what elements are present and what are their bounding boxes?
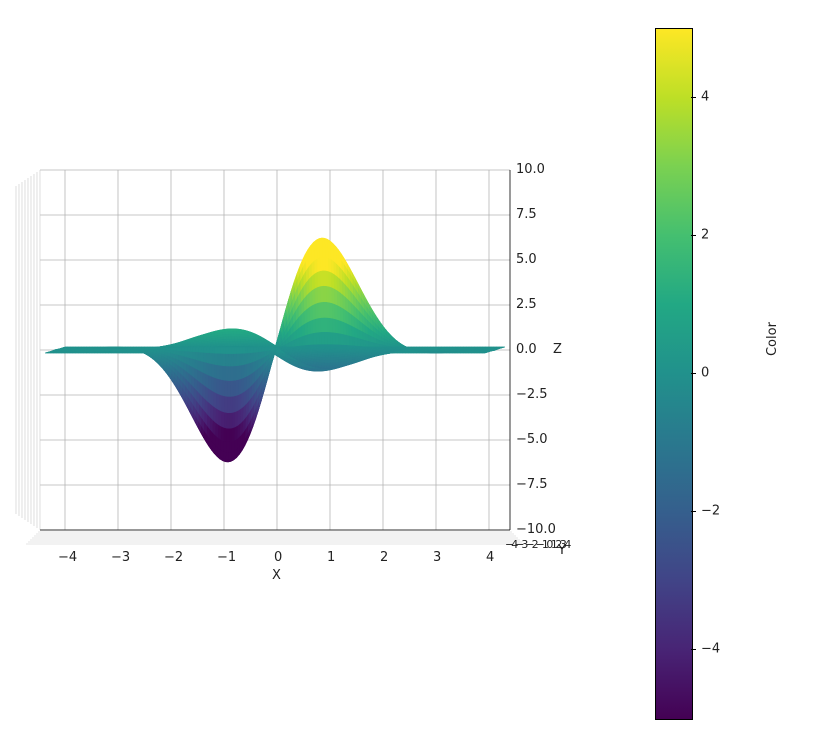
- z-tick-7.5: 7.5: [516, 207, 537, 222]
- z-tick-5: 5.0: [516, 252, 537, 267]
- x-tick--4: −4: [58, 550, 77, 565]
- x-tick-0: 0: [274, 550, 282, 565]
- bottom-depth-lines: [26, 530, 524, 544]
- cbar-label-0: 0: [701, 366, 709, 381]
- x-tick--3: −3: [111, 550, 130, 565]
- x-axis-title: X: [272, 568, 281, 583]
- z-tick-0: 0.0: [516, 342, 537, 357]
- x-tick-3: 3: [433, 550, 441, 565]
- cbar-tick-0: [691, 373, 696, 374]
- cbar-label-4: 4: [701, 90, 709, 105]
- x-tick--1: −1: [217, 550, 236, 565]
- colorbar-title: Color: [765, 322, 780, 356]
- x-tick-4: 4: [486, 550, 494, 565]
- colorbar: −4 −2 0 2 4 Color: [655, 28, 795, 718]
- z-tick--10: −10.0: [516, 522, 556, 537]
- z-tick-10: 10.0: [516, 162, 545, 177]
- z-tick--7.5: −7.5: [516, 477, 548, 492]
- cbar-label-2: 2: [701, 228, 709, 243]
- x-tick-2: 2: [380, 550, 388, 565]
- cbar-label--4: −4: [701, 642, 720, 657]
- cbar-tick--4: [691, 649, 696, 650]
- cbar-label--2: −2: [701, 504, 720, 519]
- grid-horizontal: [40, 170, 510, 530]
- cbar-tick-2: [691, 235, 696, 236]
- left-depth-lines: [16, 170, 40, 530]
- cbar-tick--2: [691, 511, 696, 512]
- z-tick--5: −5.0: [516, 432, 548, 447]
- y-tick-pileup: −4−3−2−1 0 1 2 3 4: [505, 538, 568, 551]
- x-tick--2: −2: [164, 550, 183, 565]
- axes-grid: [10, 150, 530, 580]
- cbar-tick-4: [691, 97, 696, 98]
- z-tick--2.5: −2.5: [516, 387, 548, 402]
- z-axis-title: Z: [553, 342, 562, 357]
- plot-3d-axes: −4 −3 −2 −1 0 1 2 3 4 −10.0 −7.5 −5.0 −2…: [10, 150, 530, 580]
- z-tick-2.5: 2.5: [516, 297, 537, 312]
- colorbar-gradient: [655, 28, 693, 720]
- x-tick-1: 1: [327, 550, 335, 565]
